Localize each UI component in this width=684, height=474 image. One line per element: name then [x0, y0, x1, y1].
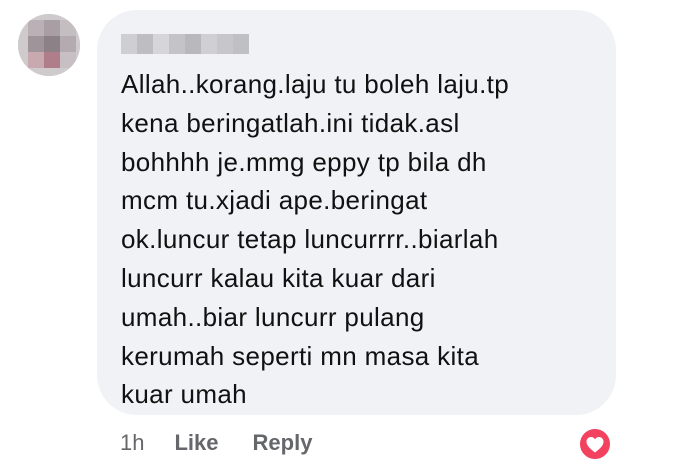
comment-view: Allah..korang.laju tu boleh laju.tp kena … [0, 0, 684, 474]
like-button[interactable]: Like [174, 430, 218, 456]
comment-line: kena beringatlah.ini tidak.asl [121, 107, 460, 138]
comment-line: Allah..korang.laju tu boleh laju.tp [121, 69, 510, 99]
author-name-blurred[interactable] [121, 34, 249, 54]
comment-line: ok.luncur tetap luncurrrr..biarlah [121, 224, 499, 255]
reaction-badge[interactable] [578, 427, 612, 461]
reply-button[interactable]: Reply [253, 430, 313, 456]
comment-actions: 1h Like Reply [120, 430, 346, 456]
heart-icon [578, 427, 612, 461]
comment-line: kerumah seperti mn masa kita [121, 340, 480, 371]
avatar[interactable] [18, 14, 80, 76]
comment-text: Allah..korang.laju tu boleh laju.tp kena … [121, 65, 601, 414]
comment-line: mcm tu.xjadi ape.beringat [121, 185, 428, 216]
comment-bubble: Allah..korang.laju tu boleh laju.tp kena … [97, 10, 616, 415]
comment-line: luncurr kalau kita kuar dari [121, 262, 436, 293]
comment-line: bohhhh je.mmg eppy tp bila dh [121, 146, 487, 177]
timestamp[interactable]: 1h [120, 430, 144, 456]
comment-line: kuar umah [121, 379, 247, 410]
comment-line: umah..biar luncurr pulang [121, 301, 425, 332]
